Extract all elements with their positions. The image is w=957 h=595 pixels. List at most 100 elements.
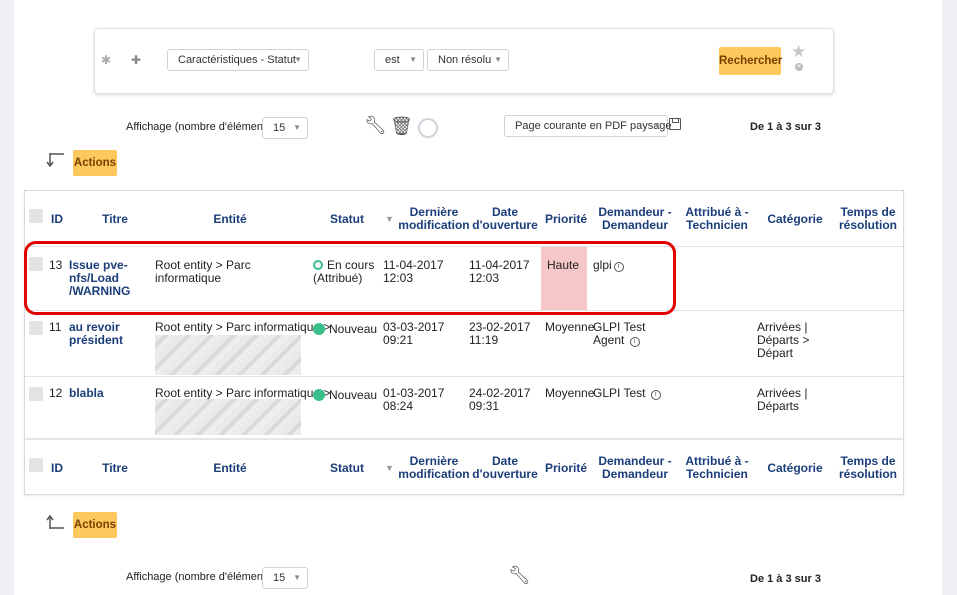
- ticket-id: 12: [49, 386, 63, 400]
- column-header-assigned[interactable]: Attribué à - Technicien: [681, 191, 753, 247]
- export-format-select[interactable]: Page courante en PDF paysage ▼: [504, 115, 672, 137]
- toggle-icon[interactable]: [418, 118, 438, 138]
- table-row[interactable]: 11 au revoir président Root entity > Par…: [25, 311, 903, 377]
- trash-icon[interactable]: 🗑︎: [390, 117, 413, 135]
- row-checkbox[interactable]: [29, 387, 43, 401]
- column-header-opening-date[interactable]: Date d'ouverture: [472, 191, 538, 247]
- criteria-value-text: Non résolu: [438, 54, 492, 66]
- search-button[interactable]: Rechercher: [719, 47, 782, 75]
- column-header-title[interactable]: Titre: [85, 440, 145, 496]
- ticket-opening-date: 23-02-2017 11:19: [469, 320, 531, 347]
- pager-range-top: De 1 à 3 sur 3: [750, 121, 821, 133]
- row-checkbox[interactable]: [29, 257, 43, 271]
- column-header-status[interactable]: Statut: [317, 191, 377, 247]
- column-header-last-modification[interactable]: ▼ Dernière modification: [385, 440, 471, 496]
- ticket-category: Arrivées | Départs: [757, 386, 808, 413]
- blurred-entity: [155, 335, 301, 375]
- table-header: ID Titre Entité Statut ▼ Dernière modific…: [25, 191, 903, 247]
- column-header-entity[interactable]: Entité: [155, 191, 305, 247]
- ticket-entity: Root entity > Parc informatique: [155, 258, 251, 285]
- sort-desc-icon: ▼: [385, 213, 394, 224]
- pager-range-bottom: De 1 à 3 sur 3: [750, 573, 821, 585]
- column-header-title[interactable]: Titre: [85, 191, 145, 247]
- ticket-last-modification: 01-03-2017 08:24: [383, 386, 445, 413]
- ticket-title-link[interactable]: blabla: [69, 387, 139, 400]
- column-header-entity[interactable]: Entité: [155, 440, 305, 496]
- column-header-requester[interactable]: Demandeur - Demandeur: [595, 191, 675, 247]
- column-header-status[interactable]: Statut: [317, 440, 377, 496]
- chevron-down-icon: ▼: [293, 573, 301, 582]
- page-size-select[interactable]: 15 ▼: [262, 567, 308, 589]
- actions-button-top[interactable]: Actions: [73, 150, 117, 176]
- column-header-last-modification-label: Dernière modification: [398, 205, 470, 232]
- chevron-down-icon: ▼: [293, 123, 301, 132]
- column-header-id[interactable]: ID: [51, 440, 71, 496]
- page-size-select[interactable]: 15 ▼: [262, 117, 308, 139]
- table-row[interactable]: 12 blabla Root entity > Parc informatiqu…: [25, 377, 903, 439]
- ticket-priority: Moyenne: [545, 320, 595, 334]
- wrench-icon[interactable]: 🔧︎: [508, 566, 531, 584]
- column-header-priority[interactable]: Priorité: [543, 191, 589, 247]
- ticket-category: Arrivées | Départs > Départ: [757, 320, 810, 360]
- add-criteria-icon[interactable]: ✚: [129, 53, 143, 67]
- column-header-opening-date[interactable]: Date d'ouverture: [472, 440, 538, 496]
- ticket-priority: Haute: [547, 258, 580, 272]
- column-header-resolution-time[interactable]: Temps de résolution: [835, 191, 901, 247]
- row-checkbox[interactable]: [29, 321, 43, 335]
- info-icon[interactable]: i: [650, 390, 661, 400]
- status-new-icon: [313, 389, 325, 401]
- ticket-title-link[interactable]: Issue pve-nfs/Load /WARNING: [69, 259, 139, 298]
- status-open-icon: [313, 260, 323, 270]
- ticket-status: En cours (Attribué): [313, 259, 379, 285]
- close-icon[interactable]: ✕: [795, 63, 803, 71]
- ticket-opening-date: 24-02-2017 09:31: [469, 386, 531, 413]
- ticket-id: 13: [49, 258, 63, 272]
- ticket-requester: glpi i: [593, 259, 679, 272]
- ticket-status-label: Nouveau: [329, 322, 378, 336]
- display-count-label: Affichage (nombre d'éléments): [126, 121, 276, 133]
- ticket-opening-date: 11-04-2017 12:03: [469, 258, 530, 285]
- save-icon[interactable]: [669, 118, 681, 130]
- column-header-category[interactable]: Catégorie: [759, 191, 831, 247]
- ticket-status-label: Nouveau: [329, 388, 378, 402]
- blurred-entity: [155, 399, 301, 435]
- criteria-field-select[interactable]: Caractéristiques - Statut ▼: [167, 49, 309, 71]
- star-icon[interactable]: ★: [791, 43, 806, 60]
- page-size-value: 15: [273, 122, 286, 134]
- wrench-icon[interactable]: 🔧︎: [364, 116, 387, 134]
- criteria-operator-value: est: [385, 54, 400, 66]
- criteria-field-value: Caractéristiques - Statut: [178, 54, 296, 66]
- actions-button-bottom[interactable]: Actions: [73, 512, 117, 538]
- export-format-value: Page courante en PDF paysage: [515, 120, 672, 132]
- column-header-priority[interactable]: Priorité: [543, 440, 589, 496]
- column-header-id[interactable]: ID: [51, 191, 71, 247]
- table-row[interactable]: 13 Issue pve-nfs/Load /WARNING Root enti…: [25, 247, 903, 311]
- priority-background: [541, 247, 587, 310]
- column-header-last-modification[interactable]: ▼ Dernière modification: [385, 191, 471, 247]
- column-header-requester[interactable]: Demandeur - Demandeur: [595, 440, 675, 496]
- info-icon[interactable]: i: [629, 337, 640, 347]
- chevron-down-icon: ▼: [494, 55, 502, 64]
- select-all-checkbox[interactable]: [29, 458, 43, 472]
- ticket-id: 11: [49, 320, 62, 334]
- chevron-down-icon: ▼: [409, 55, 417, 64]
- ticket-requester-name[interactable]: glpi: [593, 258, 612, 272]
- column-header-resolution-time[interactable]: Temps de résolution: [835, 440, 901, 496]
- select-all-checkbox[interactable]: [29, 209, 43, 223]
- column-header-category[interactable]: Catégorie: [759, 440, 831, 496]
- ticket-title-link[interactable]: au revoir président: [69, 321, 139, 347]
- ticket-status: Nouveau: [313, 323, 379, 336]
- criteria-value-select[interactable]: Non résolu ▼: [427, 49, 509, 71]
- tickets-table: ID Titre Entité Statut ▼ Dernière modific…: [24, 190, 904, 495]
- column-header-last-modification-label: Dernière modification: [398, 454, 470, 481]
- ticket-entity: Root entity > Parc informatique >: [155, 320, 331, 334]
- column-header-assigned[interactable]: Attribué à - Technicien: [681, 440, 753, 496]
- ticket-priority: Moyenne: [545, 386, 595, 400]
- info-icon[interactable]: i: [613, 262, 624, 272]
- search-criteria-panel: ✱ ✚ Caractéristiques - Statut ▼ est ▼ No…: [94, 28, 834, 94]
- arrow-up-icon: [46, 515, 64, 529]
- criteria-operator-select[interactable]: est ▼: [374, 49, 424, 71]
- ticket-requester-name[interactable]: GLPI Test: [593, 386, 645, 400]
- ticket-requester: GLPI Test Agent i: [593, 321, 679, 347]
- remove-criteria-icon[interactable]: ✱: [99, 53, 113, 67]
